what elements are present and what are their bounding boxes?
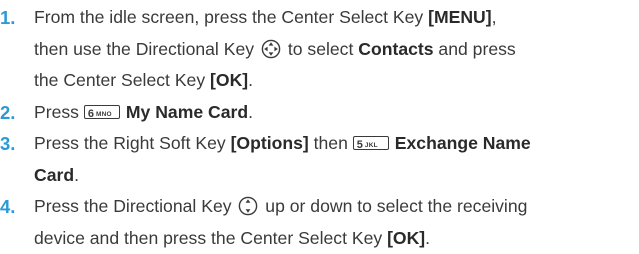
step-number: 4. [0,191,15,223]
step-number: 2. [0,97,15,129]
step-3-line-2: Card. [34,160,639,192]
step-4: 4. Press the Directional Key up or down … [0,191,639,254]
step-3: 3. Press the Right Soft Key [Options] th… [0,128,639,191]
card-label: Card [34,165,74,185]
menu-key-label: [MENU] [428,7,492,27]
options-key-label: [Options] [231,133,309,153]
step-1-line-3: the Center Select Key [OK]. [34,65,639,97]
step-1-line-1: From the idle screen, press the Center S… [34,2,639,34]
step-1-line-2: then use the Directional Key to select C… [34,34,639,66]
directional-key-updown-icon [238,196,258,216]
contacts-label: Contacts [358,39,433,59]
step-4-line-1: Press the Directional Key up or down to … [34,191,639,223]
instruction-steps: 1. From the idle screen, press the Cente… [0,0,639,252]
step-2-line-1: Press 6MNOMy Name Card. [34,97,639,129]
step-4-line-2: device and then press the Center Select … [34,223,639,254]
step-2: 2. Press 6MNOMy Name Card. [0,97,639,129]
ok-key-label: [OK] [387,228,425,248]
step-1: 1. From the idle screen, press the Cente… [0,2,639,97]
step-number: 3. [0,128,15,160]
my-name-card-label: My Name Card [126,102,248,122]
ok-key-label: [OK] [210,70,248,90]
exchange-name-label: Exchange Name [395,133,531,153]
step-number: 1. [0,2,15,34]
key-6-mno-icon: 6MNO [84,105,120,119]
step-3-line-1: Press the Right Soft Key [Options] then … [34,128,639,160]
key-5-jkl-icon: 5JKL [353,136,389,150]
directional-key-4way-icon [261,39,281,59]
